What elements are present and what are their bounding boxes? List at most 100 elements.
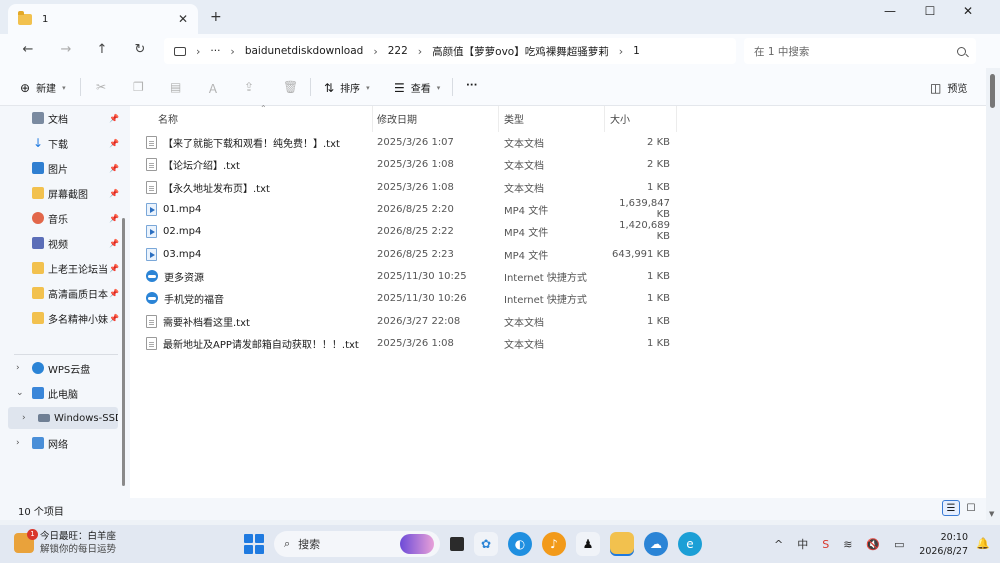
speaker-icon[interactable]: 🔇 — [866, 538, 880, 551]
sidebar-item-network[interactable]: › 网络 — [14, 432, 120, 454]
sidebar-scrollbar[interactable] — [122, 218, 125, 486]
input-method-indicator[interactable]: 中 — [797, 536, 808, 552]
back-button[interactable]: ← — [18, 42, 38, 57]
file-row[interactable]: 03.mp4 2026/8/25 2:23 MP4 文件 643,991 KB — [146, 243, 676, 265]
breadcrumb-item[interactable]: baidunetdiskdownload — [245, 45, 363, 57]
share-button[interactable]: ⇪ — [244, 80, 254, 94]
clock[interactable]: 20:10 2026/8/27 — [918, 531, 968, 559]
qq-icon[interactable]: ♟ — [576, 532, 600, 556]
rename-button[interactable]: Ａ — [207, 80, 219, 97]
breadcrumb-item[interactable]: 1 — [633, 45, 640, 57]
text-file-icon — [146, 135, 157, 149]
view-button[interactable]: ☰ 查看 ▾ — [394, 80, 440, 96]
file-row[interactable]: 【来了就能下载和观看！纯免费！】.txt 2025/3/26 1:07 文本文档… — [146, 131, 676, 153]
new-tab-button[interactable]: + — [210, 9, 222, 25]
column-divider[interactable] — [498, 106, 499, 132]
chevron-right-icon[interactable]: › — [16, 363, 20, 373]
breadcrumb-item[interactable]: 高颜值【萝萝ovo】吃鸡裸舞超骚萝莉 — [432, 44, 609, 59]
column-header-name[interactable]: 名称 — [158, 110, 178, 132]
tab-1[interactable]: 1 ✕ — [8, 4, 198, 34]
browser-icon[interactable]: ◐ — [508, 532, 532, 556]
delete-button[interactable]: 🗑 — [283, 80, 298, 94]
address-bar[interactable]: › ··· › baidunetdiskdownload › 222 › 高颜值… — [164, 38, 736, 64]
cloud-drive-icon[interactable]: ☁ — [644, 532, 668, 556]
close-window-button[interactable]: ✕ — [950, 4, 986, 18]
task-view-icon[interactable] — [450, 537, 464, 551]
file-name: 【永久地址发布页】.txt — [163, 183, 270, 195]
column-divider[interactable] — [604, 106, 605, 132]
pin-icon: 📌 — [109, 113, 119, 123]
chevron-right-icon[interactable]: › — [16, 438, 20, 448]
sidebar-item-music[interactable]: 音乐 📌 — [14, 207, 120, 229]
sidebar-item-windows-ssd[interactable]: › Windows-SSD — [8, 407, 118, 429]
new-button[interactable]: ⊕ 新建 ▾ — [20, 80, 66, 96]
widget-title: 今日最旺：白羊座 — [40, 531, 117, 542]
more-button[interactable]: ··· — [466, 80, 477, 91]
sort-button[interactable]: ⇅ 排序 ▾ — [324, 80, 370, 96]
window-scrollbar[interactable]: ▼ — [986, 68, 1000, 520]
chevron-down-icon[interactable]: ⌄ — [16, 388, 24, 398]
sidebar-item-videos[interactable]: 视频 📌 — [14, 232, 120, 254]
start-button[interactable] — [244, 534, 264, 554]
breadcrumb-ellipsis[interactable]: ··· — [210, 45, 220, 57]
cut-button[interactable]: ✂ — [96, 80, 106, 94]
file-row[interactable]: 手机党的福音 2025/11/30 10:26 Internet 快捷方式 1 … — [146, 287, 676, 309]
file-row[interactable]: 02.mp4 2026/8/25 2:22 MP4 文件 1,420,689 K… — [146, 220, 676, 242]
chevron-up-icon[interactable]: ^ — [774, 538, 783, 551]
wifi-icon[interactable]: ≋ — [843, 538, 852, 551]
scroll-down-icon[interactable]: ▼ — [989, 510, 994, 518]
file-row[interactable]: 需要补档看这里.txt 2026/3/27 22:08 文本文档 1 KB — [146, 310, 676, 332]
file-date: 2026/8/25 2:20 — [377, 203, 454, 215]
chevron-right-icon[interactable]: › — [22, 413, 26, 423]
sidebar-item-screenshots[interactable]: 屏幕截图 📌 — [14, 182, 120, 204]
file-row[interactable]: 【论坛介绍】.txt 2025/3/26 1:08 文本文档 2 KB — [146, 153, 676, 175]
column-header-date[interactable]: 修改日期 — [377, 110, 417, 132]
forward-button[interactable]: → — [56, 42, 76, 57]
wps-icon[interactable]: S — [822, 538, 829, 551]
file-type: 文本文档 — [504, 160, 544, 172]
sidebar-item-wps-cloud[interactable]: › WPS云盘 — [14, 357, 120, 379]
preview-button[interactable]: ◫ 预览 — [930, 80, 967, 96]
chevron-right-icon: › — [196, 44, 201, 58]
breadcrumb-item[interactable]: 222 — [388, 45, 408, 57]
notification-bell-icon[interactable]: 🔔 — [976, 537, 990, 550]
copy-button[interactable]: ❐ — [133, 80, 144, 94]
sidebar-item-folder-2[interactable]: 高清画质日本 📌 — [14, 282, 120, 304]
search-input[interactable]: 在 1 中搜索 — [754, 44, 957, 59]
paste-button[interactable]: ▤ — [170, 80, 181, 94]
sidebar-item-label: 图片 — [48, 164, 68, 176]
maximize-button[interactable]: ☐ — [912, 4, 948, 18]
sidebar-item-folder-3[interactable]: 多名精神小妹 📌 — [14, 307, 120, 329]
scrollbar-thumb[interactable] — [990, 74, 995, 108]
close-tab-icon[interactable]: ✕ — [178, 12, 188, 26]
edge-icon[interactable]: e — [678, 532, 702, 556]
search-box[interactable]: 在 1 中搜索 — [744, 38, 976, 64]
column-header-type[interactable]: 类型 — [504, 110, 524, 132]
taskbar-search[interactable]: ⌕ 搜索 — [274, 531, 440, 557]
column-divider[interactable] — [372, 106, 373, 132]
file-size: 1,420,689 KB — [619, 220, 670, 242]
music-player-icon[interactable]: ♪ — [542, 532, 566, 556]
download-icon: ↓ — [32, 136, 44, 150]
column-header-size[interactable]: 大小 — [610, 110, 630, 132]
sidebar-item-this-pc[interactable]: ⌄ 此电脑 — [14, 382, 120, 404]
file-row[interactable]: 【永久地址发布页】.txt 2025/3/26 1:08 文本文档 1 KB — [146, 176, 676, 198]
sidebar-item-documents[interactable]: 文档 📌 — [14, 107, 120, 129]
widgets-button[interactable]: 1 今日最旺：白羊座 解锁你的每日运势 — [14, 529, 117, 556]
battery-icon[interactable]: ▭ — [894, 538, 904, 551]
app-icon[interactable]: ✿ — [474, 532, 498, 556]
column-divider[interactable] — [676, 106, 677, 132]
file-row[interactable]: 最新地址及APP请发邮箱自动获取！！！.txt 2025/3/26 1:08 文… — [146, 332, 676, 354]
details-view-button[interactable]: ☰ — [942, 500, 960, 516]
sidebar-item-folder-1[interactable]: 上老王论坛当 📌 — [14, 257, 120, 279]
sidebar-item-label: 下载 — [48, 139, 68, 151]
tiles-view-button[interactable]: ☐ — [962, 500, 980, 516]
up-button[interactable]: ↑ — [92, 42, 112, 57]
minimize-button[interactable]: — — [872, 4, 908, 18]
file-explorer-icon[interactable] — [610, 532, 634, 556]
sidebar-item-pictures[interactable]: 图片 📌 — [14, 157, 120, 179]
sidebar-item-downloads[interactable]: ↓ 下载 📌 — [14, 132, 120, 154]
file-row[interactable]: 更多资源 2025/11/30 10:25 Internet 快捷方式 1 KB — [146, 265, 676, 287]
refresh-button[interactable]: ↻ — [130, 42, 150, 57]
file-row[interactable]: 01.mp4 2026/8/25 2:20 MP4 文件 1,639,847 K… — [146, 198, 676, 220]
